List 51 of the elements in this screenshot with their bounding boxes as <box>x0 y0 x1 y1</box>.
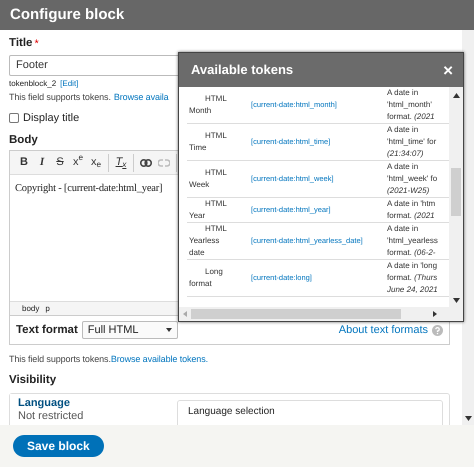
checkbox-label: Display title <box>23 110 80 126</box>
caret-icon <box>166 328 172 332</box>
token-description: A date in 'long format. (Thurs June 24, 2021 <box>387 260 439 296</box>
required-mark: * <box>34 37 39 52</box>
subscript-button[interactable]: x$_{e}$ <box>88 154 104 172</box>
superscript-button[interactable]: x$^{e}$ <box>70 154 86 172</box>
hint-text: This field supports tokens. <box>9 353 111 366</box>
close-button[interactable]: × <box>443 62 453 78</box>
scroll-thumb[interactable] <box>191 309 401 319</box>
token-name: HTML Yearless date <box>188 223 228 259</box>
horizontal-scroll-bar[interactable] <box>179 307 463 321</box>
link-icon[interactable] <box>140 158 152 166</box>
hint-text: This field supports tokens. <box>9 90 111 104</box>
token-description: A date in 'html_month' format. (2021 <box>387 87 436 123</box>
machine-name: tokenblock_2 <box>9 78 56 88</box>
element-path-item[interactable]: body <box>22 302 40 314</box>
strikethrough-button[interactable]: S <box>52 154 68 172</box>
remove-format-button[interactable]: T$_{x}$ <box>113 154 129 172</box>
scroll-bar[interactable] <box>449 87 463 307</box>
italic-button[interactable]: I <box>34 154 50 172</box>
token-name: HTML Time <box>188 130 228 154</box>
format-select[interactable]: Full HTML <box>82 321 178 339</box>
token-description: A date in 'html_time' for (21:34:07) <box>387 124 438 160</box>
dialog-title: Available tokens <box>191 61 294 80</box>
token-name: HTML Year <box>188 198 228 222</box>
section-title: Visibility <box>9 373 56 387</box>
browse-tokens-link[interactable]: Browse available tokens. <box>110 353 208 366</box>
browse-tokens-link[interactable]: Browse availa <box>114 90 169 104</box>
field-label: Body <box>9 133 38 147</box>
dialog-title: Configure block <box>0 0 474 30</box>
up-arrow-icon[interactable] <box>452 93 460 98</box>
panel-title: Language selection <box>188 406 275 417</box>
vertical-tab[interactable]: Language Not restricted <box>10 394 175 425</box>
checkbox[interactable] <box>9 112 19 123</box>
token-name: HTML Month <box>188 93 228 117</box>
bold-button[interactable]: B <box>16 154 32 172</box>
element-path-item[interactable]: p <box>45 302 50 314</box>
down-arrow-icon[interactable] <box>452 298 460 303</box>
field-label: Text format <box>16 323 78 337</box>
help-link[interactable]: About text formats <box>338 322 428 338</box>
token-name: Long format <box>188 266 224 290</box>
token-description: A date in 'htm format. (2021 <box>387 198 436 222</box>
right-arrow-icon[interactable] <box>433 311 437 317</box>
field-label: Title <box>9 36 32 51</box>
save-button[interactable]: Save block <box>13 435 104 457</box>
token-description: A date in 'html_week' fo (2021-W25) <box>387 161 438 197</box>
edit-link[interactable]: [Edit] <box>60 78 78 88</box>
down-arrow-icon[interactable] <box>464 416 472 421</box>
scroll-thumb[interactable] <box>451 168 461 216</box>
token-name: HTML Week <box>188 167 228 191</box>
token-description: A date in 'html_yearless format. (06-2- <box>387 223 439 259</box>
